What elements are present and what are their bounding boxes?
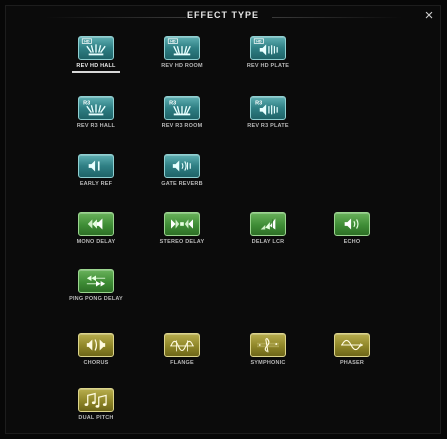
effect-flange[interactable]: FLANGE [142, 333, 222, 366]
effect-label: REV HD HALL [76, 63, 116, 69]
effect-ping-pong-delay[interactable]: PING PONG DELAY [56, 269, 136, 302]
svg-text:R3: R3 [255, 100, 262, 106]
effect-label: SYMPHONIC [250, 360, 286, 366]
effect-label: CHORUS [83, 360, 109, 366]
effect-label: GATE REVERB [161, 181, 203, 187]
chorus-icon [78, 333, 114, 357]
ping-pong-delay-icon [78, 269, 114, 293]
effect-label: REV HD PLATE [246, 63, 290, 69]
hd-room-icon: HD [164, 36, 200, 60]
dialog-title: EFFECT TYPE [186, 10, 259, 20]
hd-hall-icon: HD [78, 36, 114, 60]
effect-dual-pitch[interactable]: DUAL PITCH [56, 388, 136, 421]
effect-label: DUAL PITCH [78, 415, 114, 421]
delay-lcr-icon [250, 212, 286, 236]
effect-label: REV R3 PLATE [247, 123, 289, 129]
echo-icon [334, 212, 370, 236]
gate-reverb-icon [164, 154, 200, 178]
effect-phaser[interactable]: PHASER [312, 333, 392, 366]
effect-symphonic[interactable]: SYMPHONIC [228, 333, 308, 366]
effect-mono-delay[interactable]: MONO DELAY [56, 212, 136, 245]
title-bar: EFFECT TYPE × [6, 6, 440, 28]
effect-rev-r3-hall[interactable]: R3 REV R3 HALL [56, 96, 136, 129]
effect-label: STEREO DELAY [159, 239, 205, 245]
effect-early-ref[interactable]: EARLY REF [56, 154, 136, 187]
effect-chorus[interactable]: CHORUS [56, 333, 136, 366]
svg-text:HD: HD [84, 40, 90, 44]
effect-type-dialog: EFFECT TYPE × HD REV HD HALL HD REV HD R… [5, 5, 441, 434]
phaser-icon [334, 333, 370, 357]
mono-delay-icon [78, 212, 114, 236]
r3-hall-icon: R3 [78, 96, 114, 120]
effect-rev-r3-plate[interactable]: R3 REV R3 PLATE [228, 96, 308, 129]
effect-label: REV HD ROOM [161, 63, 203, 69]
close-button[interactable]: × [421, 8, 437, 24]
hd-plate-icon: HD [250, 36, 286, 60]
r3-room-icon: R3 [164, 96, 200, 120]
early-ref-icon [78, 154, 114, 178]
effect-label: MONO DELAY [76, 239, 116, 245]
effect-gate-reverb[interactable]: GATE REVERB [142, 154, 222, 187]
symphonic-icon [250, 333, 286, 357]
svg-text:HD: HD [170, 40, 176, 44]
effect-rev-hd-hall[interactable]: HD REV HD HALL [56, 36, 136, 73]
effect-rev-r3-room[interactable]: R3 REV R3 ROOM [142, 96, 222, 129]
svg-text:R3: R3 [169, 100, 176, 106]
effect-label: PHASER [339, 360, 365, 366]
effect-label: PING PONG DELAY [69, 296, 123, 302]
title-divider-right [272, 17, 402, 18]
effect-label: EARLY REF [79, 181, 113, 187]
effect-rev-hd-room[interactable]: HD REV HD ROOM [142, 36, 222, 69]
svg-text:R3: R3 [83, 100, 90, 106]
effect-label: FLANGE [170, 360, 194, 366]
effect-label: REV R3 HALL [76, 123, 116, 129]
effect-stereo-delay[interactable]: STEREO DELAY [142, 212, 222, 245]
stereo-delay-icon [164, 212, 200, 236]
effect-label: DELAY LCR [251, 239, 285, 245]
svg-text:HD: HD [256, 40, 262, 44]
dual-pitch-icon [78, 388, 114, 412]
effect-label: ECHO [343, 239, 361, 245]
r3-plate-icon: R3 [250, 96, 286, 120]
flange-icon [164, 333, 200, 357]
effect-echo[interactable]: ECHO [312, 212, 392, 245]
effect-label: REV R3 ROOM [161, 123, 203, 129]
effect-rev-hd-plate[interactable]: HD REV HD PLATE [228, 36, 308, 69]
effect-delay-lcr[interactable]: DELAY LCR [228, 212, 308, 245]
selection-underline [72, 71, 120, 73]
